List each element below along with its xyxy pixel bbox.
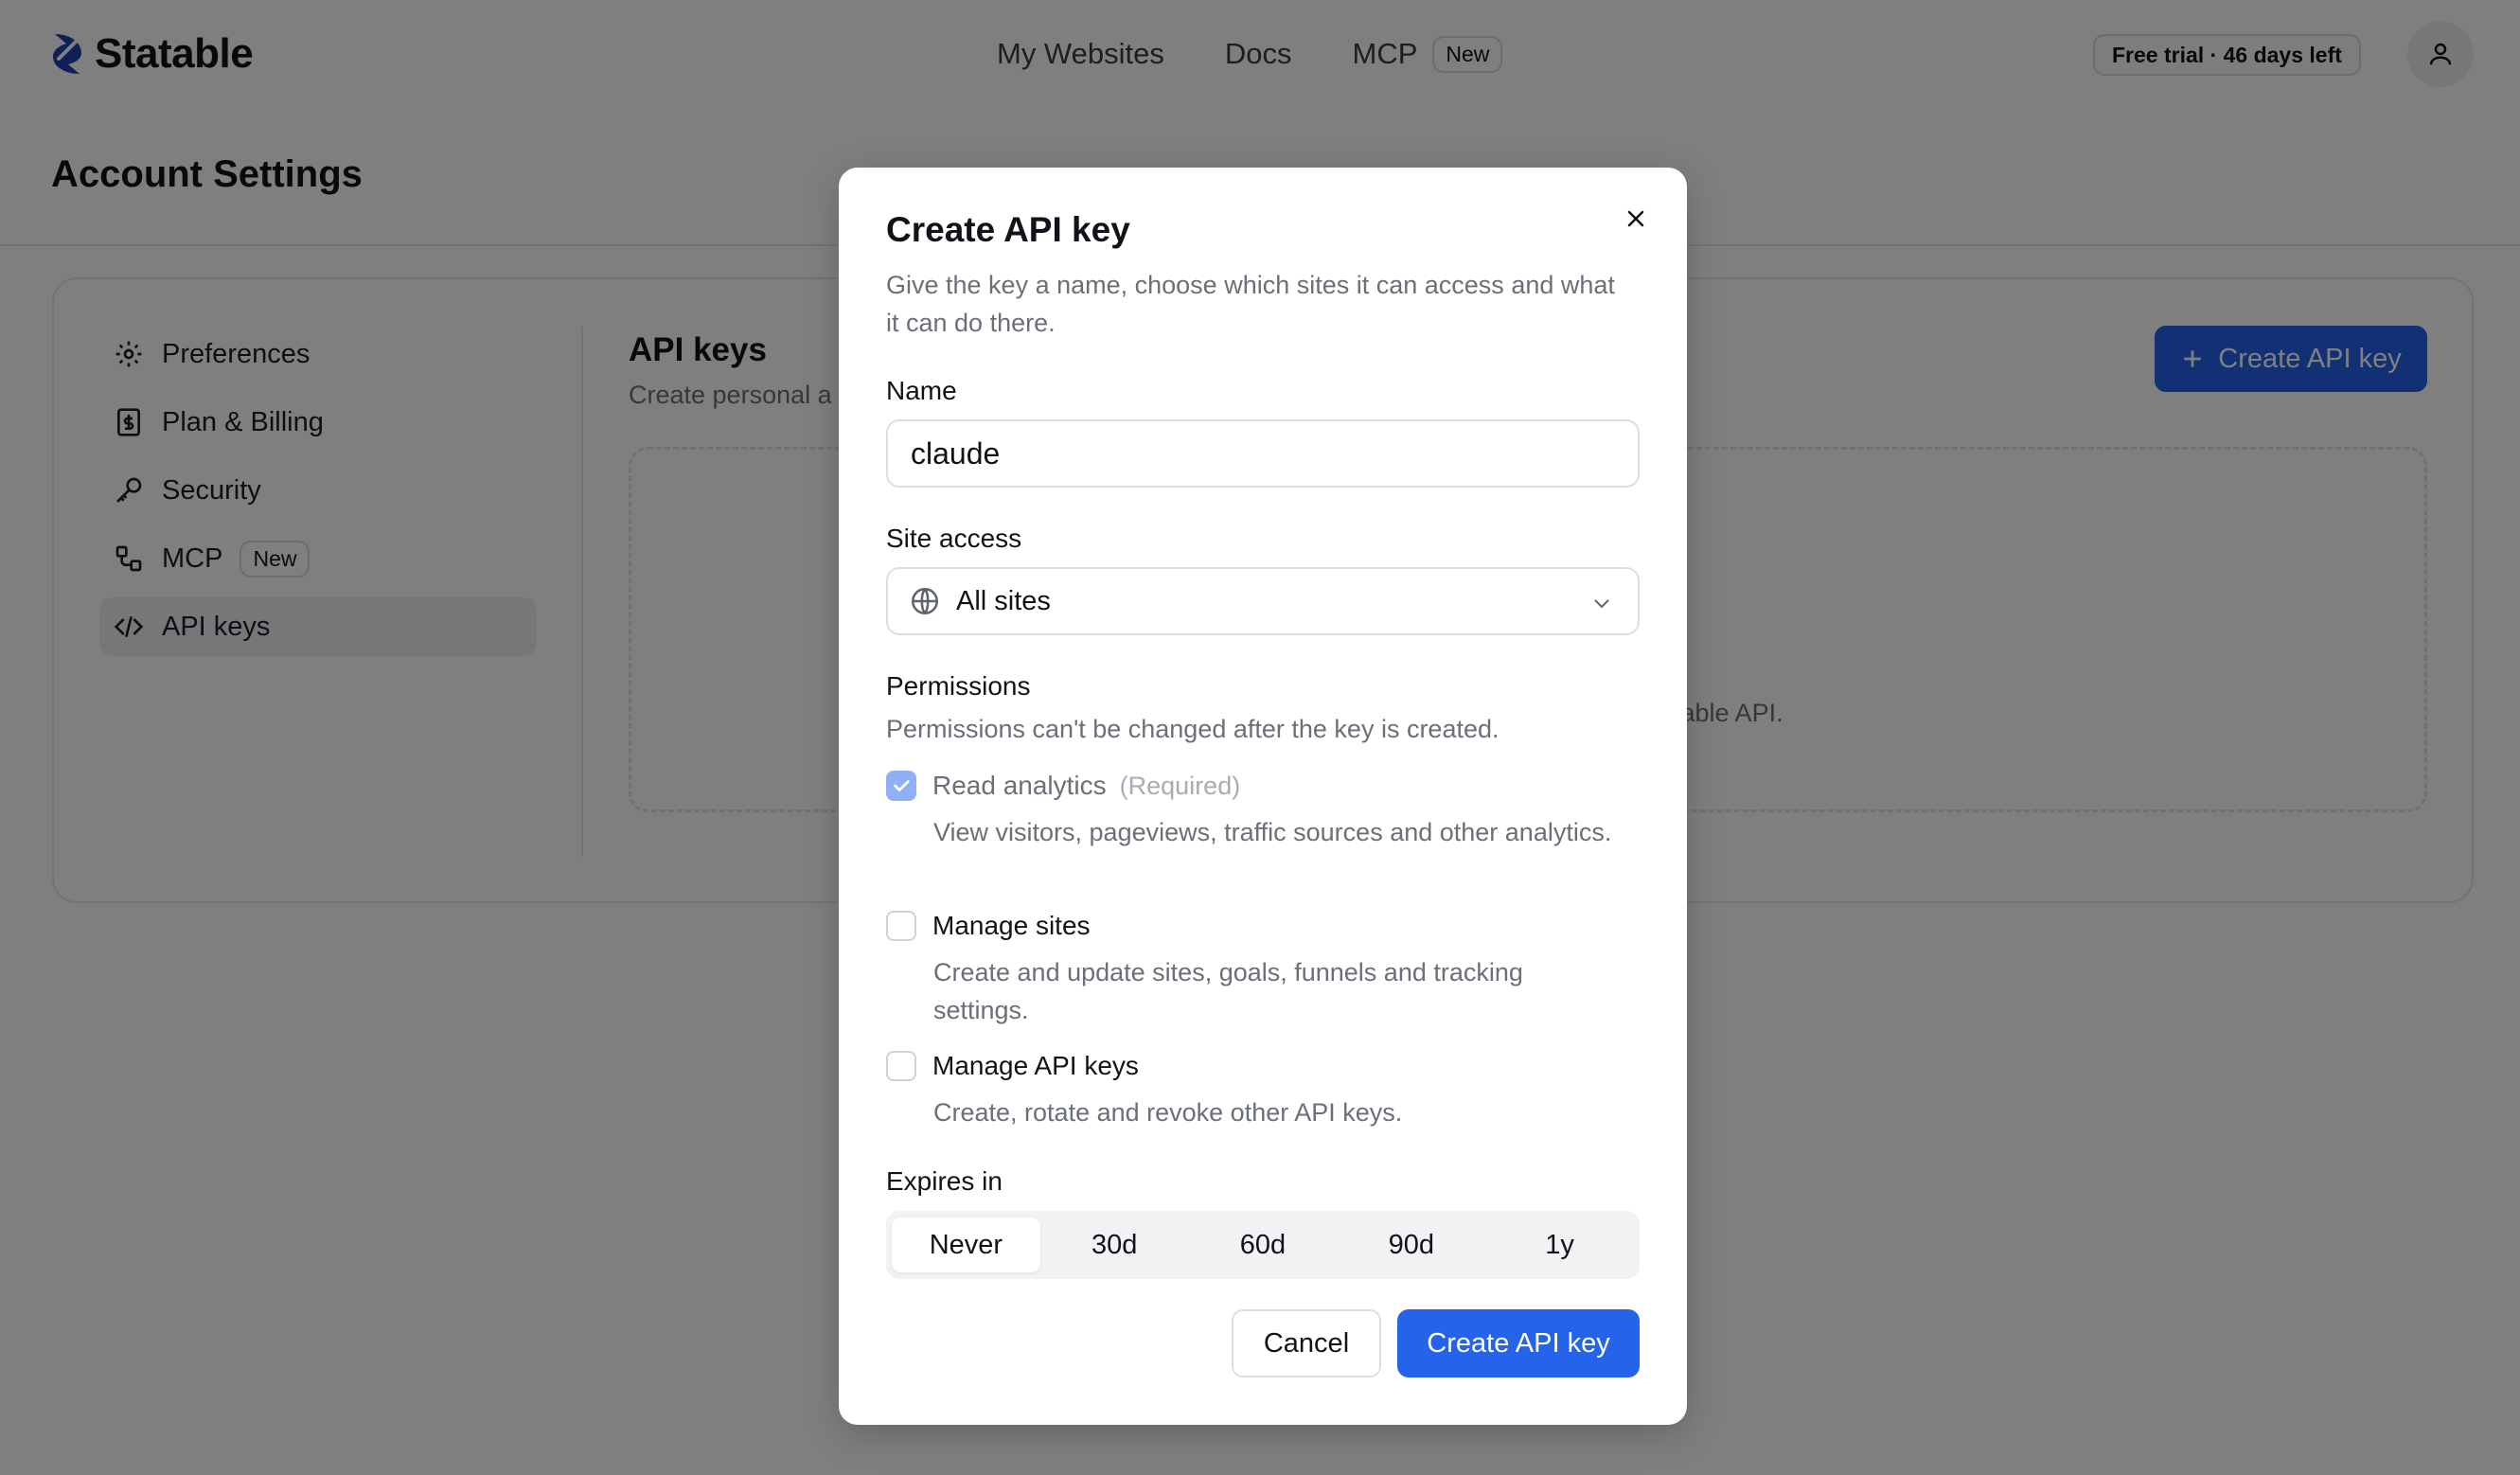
permission-description: Create, rotate and revoke other API keys… [933,1098,1403,1127]
dialog-description: Give the key a name, choose which sites … [886,271,1615,337]
expires-option-never[interactable]: Never [892,1217,1040,1272]
name-label: Name [886,376,957,405]
cancel-button[interactable]: Cancel [1232,1309,1381,1377]
expires-segmented-control: Never 30d 60d 90d 1y [886,1211,1640,1279]
create-api-key-dialog: Create API key Give the key a name, choo… [839,168,1687,1425]
close-button[interactable] [1613,196,1659,241]
expires-option-90d[interactable]: 90d [1337,1217,1485,1272]
site-access-select[interactable]: All sites [886,567,1640,635]
check-icon [894,780,910,791]
read-analytics-checkbox[interactable] [886,771,916,801]
permission-description: Create and update sites, goals, funnels … [933,958,1523,1024]
manage-sites-checkbox[interactable] [886,911,916,941]
permission-name: Manage sites [932,911,1091,940]
expires-option-1y[interactable]: 1y [1485,1217,1634,1272]
permission-required-tag: (Required) [1119,771,1241,800]
globe-icon [911,587,939,615]
close-icon [1627,210,1644,227]
permission-name: Read analytics [932,771,1107,800]
create-api-key-button[interactable]: Create API key [1397,1309,1640,1377]
manage-api-keys-checkbox[interactable] [886,1051,916,1081]
permission-read-analytics: Read analytics (Required) [886,771,1240,801]
permissions-label: Permissions [886,671,1031,701]
permission-name: Manage API keys [932,1051,1139,1080]
expires-option-30d[interactable]: 30d [1040,1217,1189,1272]
permission-description: View visitors, pageviews, traffic source… [933,818,1612,846]
chevron-down-icon [1594,599,1609,609]
expires-label: Expires in [886,1166,1003,1196]
permissions-note: Permissions can't be changed after the k… [886,715,1500,743]
name-input[interactable] [886,419,1640,488]
site-access-value: All sites [956,585,1051,616]
site-access-label: Site access [886,524,1022,553]
dialog-title: Create API key [886,210,1130,249]
permission-manage-api-keys: Manage API keys [886,1051,1139,1081]
permission-manage-sites: Manage sites [886,911,1091,941]
expires-option-60d[interactable]: 60d [1189,1217,1338,1272]
